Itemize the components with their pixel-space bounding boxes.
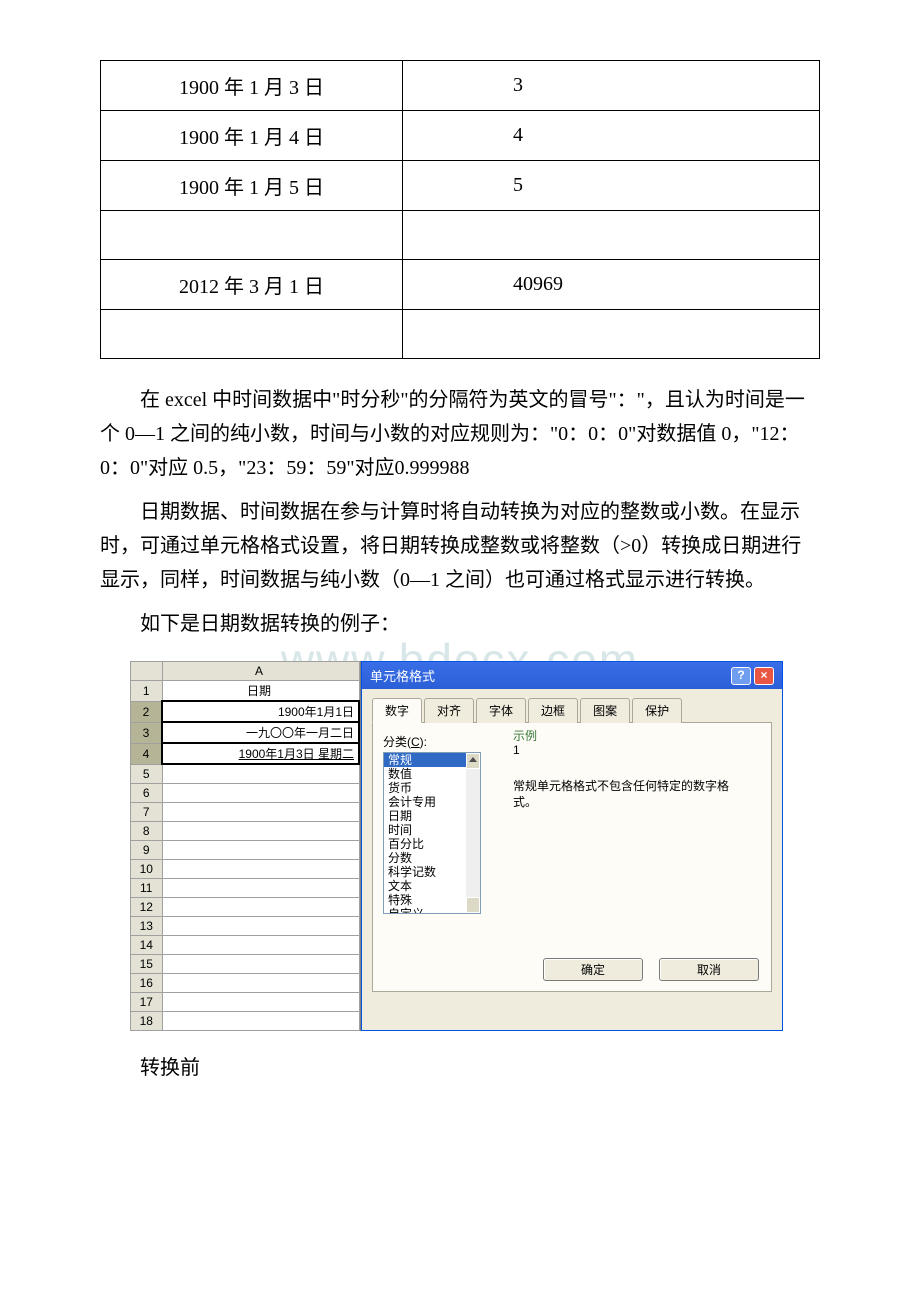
data-cell[interactable]: 1900年1月3日 星期二 [162,743,359,764]
paragraph-before-convert: 转换前 [100,1051,820,1085]
row-header[interactable]: 15 [131,955,163,974]
tab-number[interactable]: 数字 [372,698,422,723]
empty-cell[interactable] [162,898,359,917]
value-cell [402,211,819,260]
category-label: 分类(C): [383,733,761,750]
worksheet: A 1 日期 2 1900年1月1日 3 一九〇〇年一月二日 4 1900年1月… [130,661,361,1031]
empty-cell[interactable] [162,917,359,936]
scroll-down-icon[interactable] [469,904,477,909]
row-header[interactable]: 3 [131,722,163,743]
ok-button[interactable]: 确定 [543,958,643,981]
table-row [101,211,820,260]
excel-screenshot: A 1 日期 2 1900年1月1日 3 一九〇〇年一月二日 4 1900年1月… [130,661,790,1031]
table-row: 1900 年 1 月 4 日 4 [101,111,820,161]
row-header[interactable]: 5 [131,764,163,784]
value-cell: 5 [402,161,819,211]
empty-cell[interactable] [162,803,359,822]
paragraph-time-decimal: 在 excel 中时间数据中"时分秒"的分隔符为英文的冒号"："，且认为时间是一… [100,383,820,485]
paragraph-example-intro: 如下是日期数据转换的例子： [100,607,820,641]
empty-cell[interactable] [162,784,359,803]
listbox-scrollbar[interactable] [466,753,480,913]
date-cell [101,211,403,260]
number-tab-panel: 分类(C): 常规 数值 货币 会计专用 日期 时间 百分比 分数 科学记数 文… [372,723,772,992]
select-all-cell[interactable] [131,662,163,681]
tab-protection[interactable]: 保护 [632,698,682,723]
row-header[interactable]: 7 [131,803,163,822]
tab-border[interactable]: 边框 [528,698,578,723]
date-cell: 1900 年 1 月 3 日 [101,61,403,111]
row-header[interactable]: 9 [131,841,163,860]
empty-cell[interactable] [162,936,359,955]
row-header[interactable]: 18 [131,1012,163,1031]
row-header[interactable]: 13 [131,917,163,936]
empty-cell[interactable] [162,974,359,993]
table-row: 1900 年 1 月 5 日 5 [101,161,820,211]
value-cell: 3 [402,61,819,111]
row-header[interactable]: 1 [131,681,163,702]
empty-cell[interactable] [162,841,359,860]
scroll-up-icon[interactable] [469,757,477,762]
tab-patterns[interactable]: 图案 [580,698,630,723]
tab-font[interactable]: 字体 [476,698,526,723]
dialog-tabs: 数字 对齐 字体 边框 图案 保护 [372,697,772,723]
row-header[interactable]: 4 [131,743,163,764]
table-row: 1900 年 1 月 3 日 3 [101,61,820,111]
empty-cell[interactable] [162,860,359,879]
sample-value: 1 [513,743,520,757]
dialog-title: 单元格格式 [370,666,435,685]
header-cell[interactable]: 日期 [162,681,359,702]
category-listbox[interactable]: 常规 数值 货币 会计专用 日期 时间 百分比 分数 科学记数 文本 特殊 自定… [383,752,481,914]
table-row [101,310,820,359]
row-header[interactable]: 16 [131,974,163,993]
row-header[interactable]: 17 [131,993,163,1012]
value-cell: 40969 [402,260,819,310]
row-header[interactable]: 11 [131,879,163,898]
row-header[interactable]: 2 [131,701,163,722]
data-cell[interactable]: 一九〇〇年一月二日 [162,722,359,743]
empty-cell[interactable] [162,1012,359,1031]
cancel-button[interactable]: 取消 [659,958,759,981]
dialog-title-bar[interactable]: 单元格格式 ? × [362,662,782,689]
row-header[interactable]: 12 [131,898,163,917]
empty-cell[interactable] [162,764,359,784]
format-cells-dialog: 单元格格式 ? × 数字 对齐 字体 边框 图案 保护 分类(C): [361,661,783,1031]
row-header[interactable]: 10 [131,860,163,879]
data-cell[interactable]: 1900年1月1日 [162,701,359,722]
empty-cell[interactable] [162,955,359,974]
paragraph-date-convert: 日期数据、时间数据在参与计算时将自动转换为对应的整数或小数。在显示时，可通过单元… [100,495,820,597]
empty-cell[interactable] [162,879,359,898]
value-cell: 4 [402,111,819,161]
sample-label: 示例 [513,727,537,744]
tab-alignment[interactable]: 对齐 [424,698,474,723]
row-header[interactable]: 8 [131,822,163,841]
date-cell [101,310,403,359]
table-row: 2012 年 3 月 1 日 40969 [101,260,820,310]
close-button[interactable]: × [754,667,774,685]
row-header[interactable]: 14 [131,936,163,955]
value-cell [402,310,819,359]
date-cell: 1900 年 1 月 4 日 [101,111,403,161]
date-integer-table: 1900 年 1 月 3 日 3 1900 年 1 月 4 日 4 1900 年… [100,60,820,359]
empty-cell[interactable] [162,993,359,1012]
date-cell: 1900 年 1 月 5 日 [101,161,403,211]
category-description: 常规单元格格式不包含任何特定的数字格式。 [513,779,743,810]
row-header[interactable]: 6 [131,784,163,803]
empty-cell[interactable] [162,822,359,841]
help-button[interactable]: ? [731,667,751,685]
column-header-a[interactable]: A [162,662,359,681]
date-cell: 2012 年 3 月 1 日 [101,260,403,310]
